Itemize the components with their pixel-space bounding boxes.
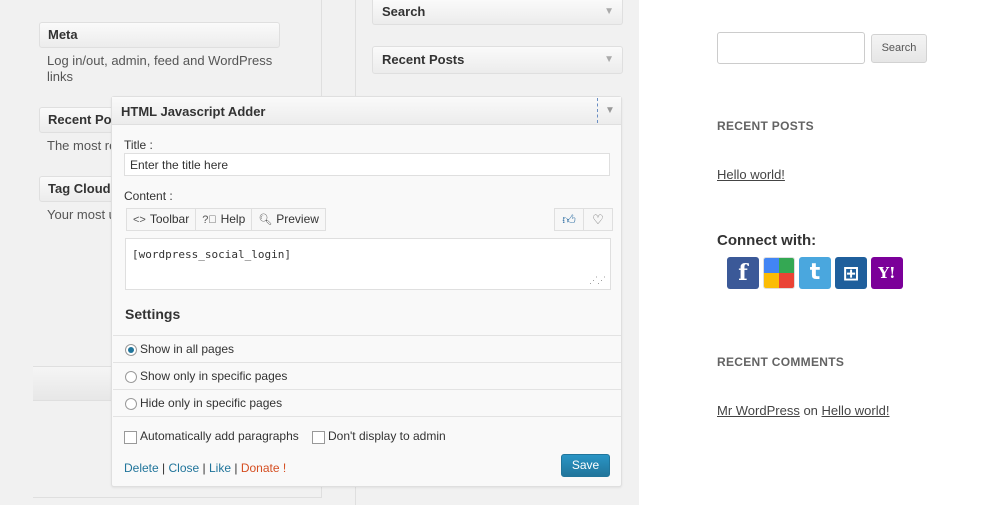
link-separator: | <box>234 461 238 475</box>
link-separator: | <box>202 461 206 475</box>
widget-meta-title[interactable]: Meta <box>39 22 280 48</box>
sidebar-widget-recent-posts[interactable]: Recent Posts ▼ <box>372 46 623 74</box>
title-label: Title : <box>124 138 153 152</box>
site-preview: Search RECENT POSTS Hello world! Connect… <box>639 0 1008 505</box>
content-text: [wordpress_social_login] <box>132 248 291 261</box>
google-icon[interactable] <box>763 257 795 289</box>
facebook-icon[interactable]: f <box>727 257 759 289</box>
help-button-label: Help <box>220 212 246 226</box>
option-label: Show in all pages <box>140 342 235 356</box>
widget-control-links: Delete | Close | Like | Donate ! <box>124 461 286 475</box>
comment-author-link[interactable]: Mr WordPress <box>717 403 800 418</box>
widget-header[interactable]: HTML Javascript Adder ▼ <box>112 97 621 125</box>
no-admin-checkbox[interactable] <box>312 431 325 444</box>
recent-post-link[interactable]: Hello world! <box>717 167 785 182</box>
comment-on-text: on <box>803 403 818 418</box>
option-show-all-pages[interactable]: Show in all pages <box>113 335 621 362</box>
collapse-arrow-icon[interactable]: ▼ <box>597 98 622 123</box>
site-search-button[interactable]: Search <box>871 34 927 63</box>
radio-show-all[interactable] <box>125 344 137 356</box>
title-input[interactable] <box>124 153 610 176</box>
widget-title: HTML Javascript Adder <box>121 104 266 119</box>
help-button[interactable]: ?⃝ Help <box>196 209 253 230</box>
link-separator: | <box>162 461 166 475</box>
option-label: Show only in specific pages <box>140 369 288 383</box>
twitter-icon[interactable]: t <box>799 257 831 289</box>
expand-arrow-icon[interactable]: ▼ <box>604 0 614 24</box>
auto-paragraphs-checkbox[interactable] <box>124 431 137 444</box>
recent-post-link-text[interactable]: Hello world! <box>717 167 785 182</box>
recent-comment: Mr WordPress on Hello world! <box>717 403 889 418</box>
like-thumb-icon[interactable]: 👍︎ <box>555 209 584 230</box>
html-javascript-adder-widget: HTML Javascript Adder ▼ Title : Content … <box>111 96 622 487</box>
delete-link[interactable]: Delete <box>124 461 159 475</box>
widget-tag-cloud-title[interactable]: Tag Cloud <box>39 176 115 202</box>
toolbar-button[interactable]: <> Toolbar <box>127 209 197 230</box>
option-hide-specific-pages[interactable]: Hide only in specific pages <box>113 389 621 417</box>
yahoo-icon[interactable]: Y! <box>871 257 903 289</box>
support-buttons: 👍︎ ♡ <box>554 208 613 231</box>
preview-button[interactable]: 🔍︎ Preview <box>252 209 325 230</box>
sidebar-widget-recent-posts-label: Recent Posts <box>382 52 465 67</box>
site-search-input[interactable] <box>717 32 865 64</box>
radio-hide-specific[interactable] <box>125 398 137 410</box>
widget-tag-cloud-desc: Your most used tags in cloud format <box>47 207 111 222</box>
sidebar-widget-search[interactable]: Search ▼ <box>372 0 623 25</box>
code-icon: <> <box>133 214 146 226</box>
expand-arrow-icon[interactable]: ▼ <box>604 47 614 73</box>
no-admin-label: Don't display to admin <box>328 429 446 443</box>
option-label: Hide only in specific pages <box>140 396 283 410</box>
recent-posts-heading: RECENT POSTS <box>717 119 814 133</box>
close-link[interactable]: Close <box>169 461 200 475</box>
toolbar-button-label: Toolbar <box>149 212 190 226</box>
comment-post-link[interactable]: Hello world! <box>822 403 890 418</box>
content-textarea[interactable]: [wordpress_social_login] ⋰⋰ <box>125 238 611 290</box>
windows-live-icon[interactable]: ⊞ <box>835 257 867 289</box>
widget-meta-desc: Log in/out, admin, feed and WordPress li… <box>47 53 273 84</box>
settings-heading: Settings <box>125 306 181 322</box>
resize-grip-icon[interactable]: ⋰⋰ <box>589 276 606 286</box>
option-show-specific-pages[interactable]: Show only in specific pages <box>113 362 621 389</box>
sidebar-widget-search-label: Search <box>382 4 426 19</box>
save-button[interactable]: Save <box>561 454 610 477</box>
help-icon: ?⃝ <box>202 214 217 226</box>
recent-comments-heading: RECENT COMMENTS <box>717 355 845 369</box>
donate-link[interactable]: Donate ! <box>241 461 286 475</box>
magnifier-icon: 🔍︎ <box>258 214 273 226</box>
radio-show-specific[interactable] <box>125 371 137 383</box>
donate-heart-icon[interactable]: ♡ <box>584 209 612 230</box>
content-label: Content : <box>124 189 173 203</box>
editor-toolbar: <> Toolbar ?⃝ Help 🔍︎ Preview <box>126 208 326 231</box>
connect-heading: Connect with: <box>717 232 817 249</box>
widget-recent-posts-desc: The most recent posts on your site <box>47 138 111 153</box>
preview-button-label: Preview <box>276 212 319 226</box>
like-link[interactable]: Like <box>209 461 231 475</box>
inactive-widgets-bar <box>33 366 113 401</box>
auto-paragraphs-label: Automatically add paragraphs <box>140 429 299 443</box>
